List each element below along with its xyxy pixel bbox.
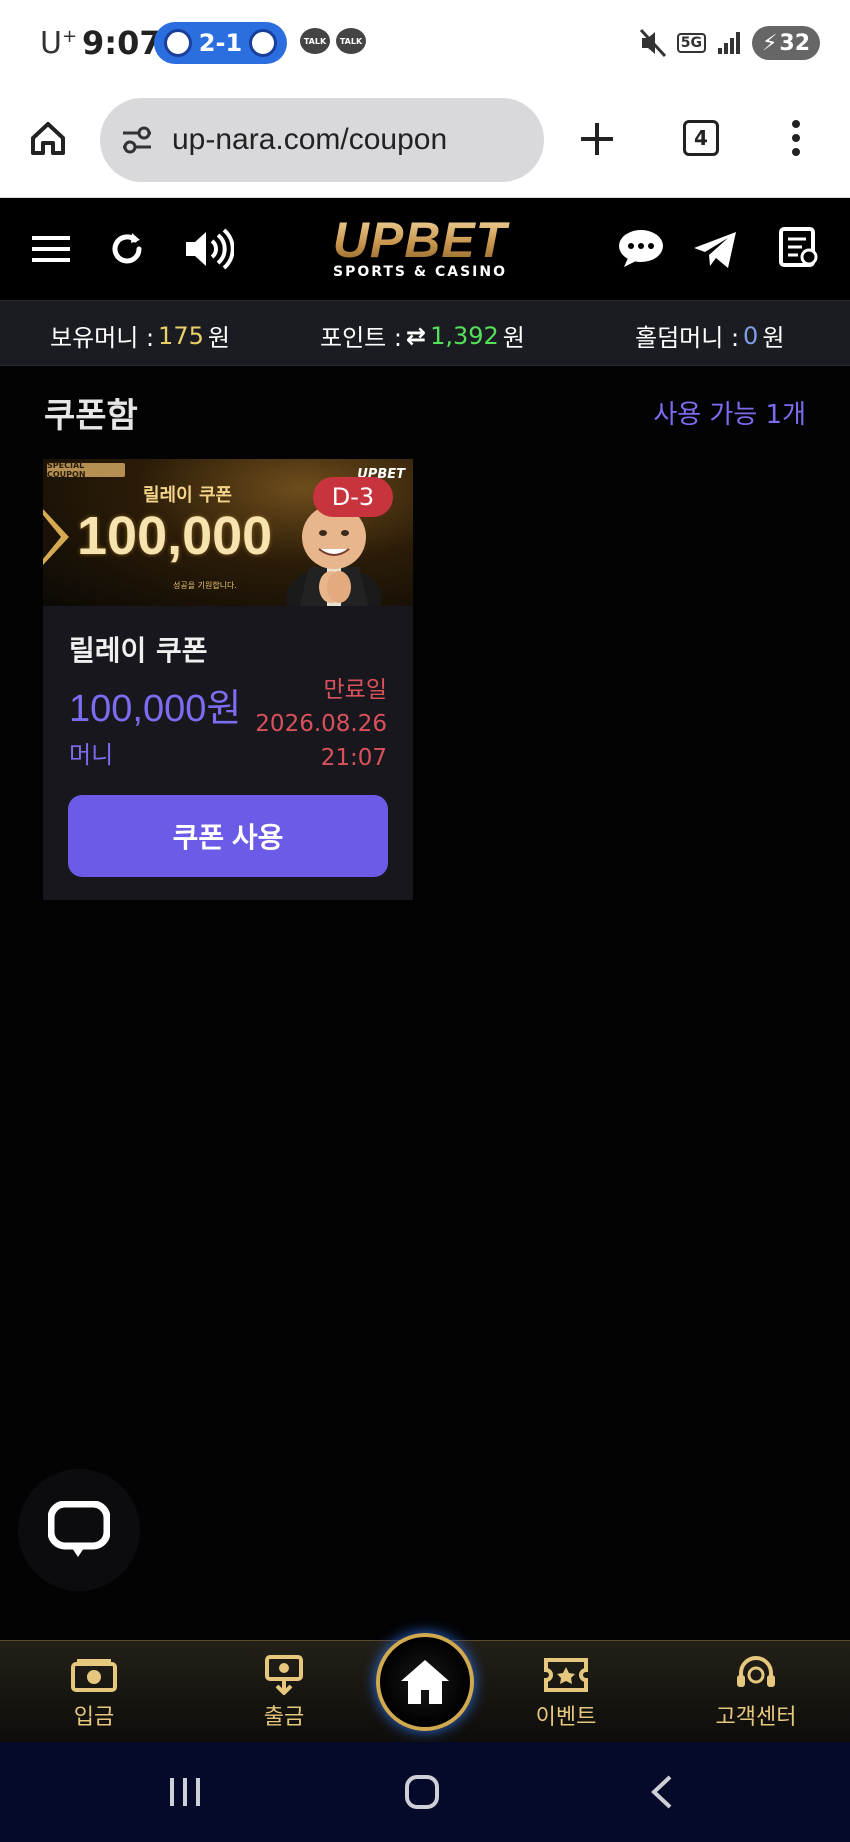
mute-icon [639, 28, 666, 58]
notice-board-icon[interactable] [778, 226, 818, 268]
bottom-nav: 입금 출금 이벤트 고객센터 [0, 1633, 850, 1742]
holdem-value: 0 [743, 321, 759, 350]
tab-switcher-button[interactable]: 4 [683, 120, 719, 156]
status-time: 9:07 [82, 24, 162, 62]
points-balance: 포인트 : ⇄ 1,392 원 [320, 321, 525, 353]
banner-amount: 100,000 [77, 506, 273, 566]
live-score-badge: 2-1 [154, 22, 287, 64]
points-value: 1,392 [430, 321, 499, 350]
holdem-balance: 홀덤머니 : 0 원 [635, 321, 785, 353]
home-icon[interactable] [28, 118, 68, 158]
banner-caption: 성공을 기원합니다. [173, 581, 237, 590]
refresh-icon[interactable] [108, 230, 146, 268]
site-logo[interactable]: UPBET SPORTS & CASINO [305, 214, 535, 280]
talk-notification-icon: TALK [300, 28, 330, 54]
withdraw-icon [265, 1655, 303, 1695]
network-5g-icon: 5G [676, 33, 706, 53]
recent-apps-icon[interactable] [168, 1776, 202, 1808]
support-headset-icon [737, 1656, 775, 1687]
signal-icon [718, 32, 740, 54]
page-title: 쿠폰함 [44, 396, 138, 436]
talk-notification-icon: TALK [336, 28, 366, 54]
money-value: 175 [158, 321, 204, 350]
browser-toolbar: up-nara.com/coupon 4 [0, 88, 850, 198]
home-icon [401, 1660, 449, 1704]
nav-deposit[interactable]: 입금 [34, 1655, 154, 1731]
site-settings-icon[interactable] [120, 125, 154, 155]
new-tab-icon[interactable] [578, 120, 616, 158]
expiry-label: 만료일 [323, 677, 387, 703]
address-bar[interactable]: up-nara.com/coupon [100, 98, 544, 182]
balance-bar: 보유머니 : 175 원 포인트 : ⇄ 1,392 원 홀덤머니 : 0 원 [0, 300, 850, 366]
coupon-amount: 100,000원 [69, 688, 242, 730]
coupon-name: 릴레이 쿠폰 [69, 634, 208, 667]
system-home-icon[interactable] [404, 1774, 440, 1810]
special-coupon-tag: SPECIAL COUPON [47, 461, 125, 479]
banner-title: 릴레이 쿠폰 [143, 485, 233, 506]
available-count: 사용 가능 1개 [653, 400, 806, 430]
more-menu-icon[interactable] [790, 118, 802, 158]
charging-icon: ⚡ [761, 30, 778, 56]
expiry-info: 만료일 2026.08.26 21:07 [255, 673, 387, 775]
team-logo-icon [163, 29, 192, 57]
system-nav-bar [0, 1742, 850, 1842]
sound-icon[interactable] [184, 228, 234, 270]
site-header: UPBET SPORTS & CASINO [0, 198, 850, 300]
d-day-badge: D-3 [313, 477, 393, 517]
hamburger-menu-icon[interactable] [32, 234, 70, 264]
telegram-icon[interactable] [692, 230, 738, 270]
coupon-card: SPECIAL COUPON 릴레이 쿠폰 100,000 성공을 기원합니다.… [43, 459, 413, 900]
event-ticket-icon [544, 1658, 588, 1692]
coupon-banner: SPECIAL COUPON 릴레이 쿠폰 100,000 성공을 기원합니다.… [43, 459, 413, 606]
chat-bubble-icon[interactable] [618, 228, 664, 268]
expiry-time: 21:07 [320, 745, 387, 771]
url-text: up-nara.com/coupon [172, 123, 448, 156]
nav-withdraw[interactable]: 출금 [224, 1655, 344, 1731]
chat-icon [48, 1501, 110, 1557]
nav-support[interactable]: 고객센터 [696, 1655, 816, 1731]
status-bar: U+ 9:07 2-1 TALK TALK 5G ⚡ 32 [0, 0, 850, 88]
nav-event[interactable]: 이벤트 [506, 1655, 626, 1731]
deposit-icon [71, 1659, 117, 1692]
live-score: 2-1 [198, 29, 243, 57]
expiry-date: 2026.08.26 [255, 711, 387, 737]
team-logo-icon [249, 29, 278, 57]
use-coupon-button[interactable]: 쿠폰 사용 [68, 795, 388, 877]
home-button[interactable] [376, 1633, 474, 1731]
back-icon[interactable] [648, 1774, 674, 1810]
points-convert-icon[interactable]: ⇄ [406, 322, 426, 350]
live-chat-button[interactable] [18, 1469, 140, 1591]
coupon-type: 머니 [69, 741, 114, 769]
carrier-label: U+ [40, 26, 78, 61]
money-balance: 보유머니 : 175 원 [50, 321, 230, 353]
battery-indicator: ⚡ 32 [752, 26, 820, 60]
